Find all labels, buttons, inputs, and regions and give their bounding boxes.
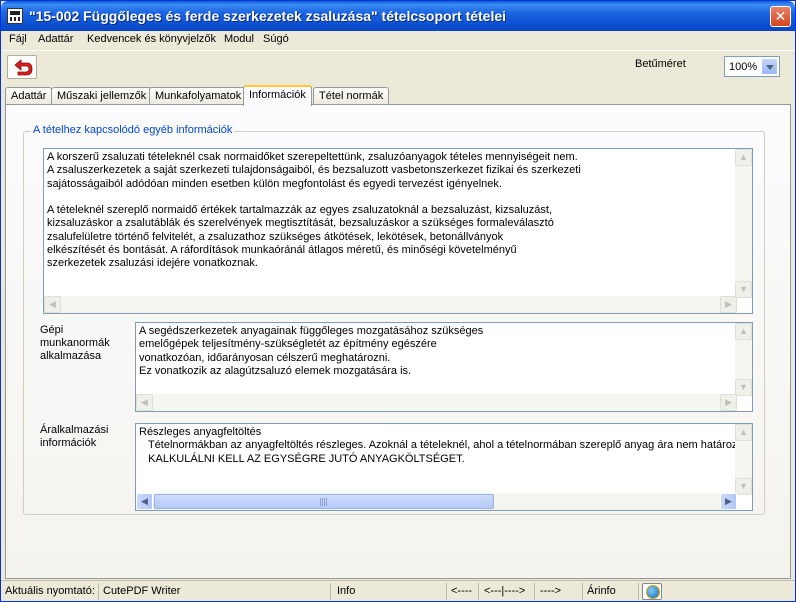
scroll-left-button[interactable]: ◀ <box>136 493 153 510</box>
scroll-left-button[interactable]: ◀ <box>136 394 153 411</box>
scroll-down-button[interactable]: ▼ <box>735 478 752 495</box>
nav-prev-button[interactable]: <---- <box>447 583 479 600</box>
info-textbox[interactable]: A korszerű zsaluzati tételeknél csak nor… <box>43 148 753 314</box>
scroll-up-button[interactable]: ▲ <box>735 323 752 340</box>
pricing-hscroll[interactable]: ◀ ▶ <box>136 493 737 510</box>
scroll-down-button[interactable]: ▼ <box>735 379 752 396</box>
scroll-up-button[interactable]: ▲ <box>735 424 752 441</box>
tab-information[interactable]: Információk <box>243 85 312 106</box>
pricing-info-textbox[interactable]: Részleges anyagfeltöltés Tételnormákban … <box>135 423 753 511</box>
font-size-select[interactable]: 100% <box>724 56 780 77</box>
pricing-info-text: Részleges anyagfeltöltés Tételnormákban … <box>139 426 752 465</box>
info-vscroll[interactable]: ▲ ▼ <box>735 149 752 298</box>
close-icon: ✕ <box>774 8 787 24</box>
nav-middle-button[interactable]: <---|----> <box>480 583 535 600</box>
machine-norms-textbox[interactable]: A segédszerkezetek anyagainak függőleges… <box>135 322 753 412</box>
title-bar[interactable]: "15-002 Függőleges és ferde szerkezetek … <box>1 1 795 31</box>
globe-icon[interactable] <box>642 583 662 600</box>
pricing-vscroll[interactable]: ▲ ▼ <box>735 424 752 495</box>
scroll-right-button[interactable]: ▶ <box>720 394 737 411</box>
info-text: A korszerű zsaluzati tételeknél csak nor… <box>47 151 581 270</box>
machine-norms-text: A segédszerkezetek anyagainak függőleges… <box>139 325 484 377</box>
chevron-down-icon[interactable] <box>761 58 778 75</box>
font-size-label: Betűméret <box>635 58 686 70</box>
menu-favorites[interactable]: Kedvencek és könyvjelzők <box>87 33 216 45</box>
tab-repository[interactable]: Adattár <box>5 87 53 105</box>
info-hscroll[interactable]: ◀ ▶ <box>44 296 737 313</box>
menu-file[interactable]: Fájl <box>9 33 27 45</box>
app-icon <box>7 8 23 24</box>
tab-panel-information: A tételhez kapcsolódó egyéb információk … <box>5 104 791 579</box>
machine-hscroll[interactable]: ◀ ▶ <box>136 394 737 411</box>
tab-item-norms[interactable]: Tétel normák <box>313 87 390 105</box>
machine-vscroll[interactable]: ▲ ▼ <box>735 323 752 396</box>
back-button[interactable] <box>7 55 37 79</box>
pricing-info-label: Áralkalmazási információk <box>40 424 109 449</box>
status-info: Info <box>333 583 447 600</box>
printer-label: Aktuális nyomtató: <box>1 583 99 600</box>
font-size-value: 100% <box>729 61 758 73</box>
scroll-down-button[interactable]: ▼ <box>735 281 752 298</box>
scroll-thumb[interactable] <box>154 494 494 509</box>
menu-bar: Fájl Adattár Kedvencek és könyvjelzők Mo… <box>1 31 795 49</box>
status-bar: Aktuális nyomtató: CutePDF Writer Info <… <box>1 580 795 601</box>
menu-module[interactable]: Modul <box>224 33 254 45</box>
scroll-right-button[interactable]: ▶ <box>720 296 737 313</box>
tab-workflows[interactable]: Munkafolyamatok <box>149 87 248 105</box>
scroll-right-button[interactable]: ▶ <box>720 493 737 510</box>
group-title: A tételhez kapcsolódó egyéb információk <box>31 124 235 136</box>
window-title: "15-002 Függőleges és ferde szerkezetek … <box>29 8 507 24</box>
nav-next-button[interactable]: ----> <box>536 583 583 600</box>
menu-help[interactable]: Súgó <box>263 33 289 45</box>
menu-repository[interactable]: Adattár <box>38 33 73 45</box>
scroll-left-button[interactable]: ◀ <box>44 296 61 313</box>
back-arrow-icon <box>14 59 33 76</box>
group-box: A tételhez kapcsolódó egyéb információk … <box>23 124 765 515</box>
tab-technical-properties[interactable]: Műszaki jellemzők <box>51 87 153 105</box>
close-button[interactable]: ✕ <box>770 6 791 27</box>
price-info-button[interactable]: Árinfo <box>583 583 639 600</box>
tab-strip: Adattár Műszaki jellemzők Munkafolyamato… <box>5 85 795 106</box>
main-window: "15-002 Függőleges és ferde szerkezetek … <box>0 0 796 602</box>
scroll-up-button[interactable]: ▲ <box>735 149 752 166</box>
printer-value: CutePDF Writer <box>99 583 331 600</box>
toolbar: Betűméret 100% <box>1 50 795 82</box>
machine-norms-label: Gépi munkanormák alkalmazása <box>40 324 110 362</box>
